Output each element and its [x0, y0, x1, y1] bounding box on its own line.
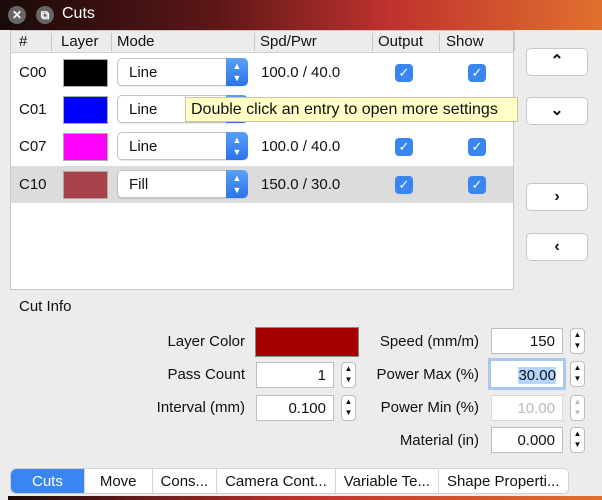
layer-color-label: Layer Color [167, 333, 245, 350]
chevron-updown-icon: ▲▼ [226, 132, 248, 160]
show-checkbox[interactable]: ✓ [468, 138, 486, 156]
chevron-updown-icon: ▲▼ [226, 58, 248, 86]
previous-button[interactable]: ‹ [526, 233, 588, 261]
cut-id: C01 [19, 101, 47, 118]
tab-variable-text[interactable]: Variable Te... [336, 469, 439, 493]
power-min-label: Power Min (%) [380, 399, 479, 416]
layer-swatch[interactable] [63, 96, 108, 124]
speed-stepper[interactable]: ▲ ▼ [570, 328, 585, 354]
cut-id: C10 [19, 176, 47, 193]
tab-cuts[interactable]: Cuts [11, 469, 85, 493]
mode-select[interactable]: Fill ▲ ▼ [117, 170, 248, 198]
output-checkbox[interactable]: ✓ [395, 176, 413, 194]
interval-stepper[interactable]: ▲ ▼ [341, 395, 356, 421]
mode-select[interactable]: Line ▲▼ [117, 58, 248, 86]
col-id[interactable]: # [19, 33, 27, 50]
chevron-updown-icon: ▲▼ [226, 170, 248, 198]
tab-console[interactable]: Cons... [153, 469, 218, 493]
col-mode[interactable]: Mode [117, 33, 155, 50]
chevron-down-icon: ⌄ [550, 102, 564, 119]
col-spd-pwr[interactable]: Spd/Pwr [260, 33, 317, 50]
mode-value: Line [129, 101, 158, 118]
show-checkbox[interactable]: ✓ [468, 64, 486, 82]
layer-swatch[interactable] [63, 171, 108, 199]
power-min-input[interactable]: 10.00 [491, 395, 563, 421]
mode-value: Fill [129, 176, 149, 193]
close-icon[interactable]: ✕ [8, 6, 26, 24]
chevron-up-icon: ⌃ [550, 53, 564, 70]
tab-camera-control[interactable]: Camera Cont... [217, 469, 336, 493]
show-checkbox[interactable]: ✓ [468, 176, 486, 194]
pass-count-stepper[interactable]: ▲ ▼ [341, 362, 356, 388]
layer-swatch[interactable] [63, 133, 108, 161]
table-row[interactable]: C07 Line ▲ ▼ 100.0 / 40.0 ✓ ✓ [11, 128, 513, 165]
power-max-stepper[interactable]: ▲ ▼ [570, 361, 585, 387]
tooltip: Double click an entry to open more setti… [185, 97, 518, 122]
tab-shape-properties[interactable]: Shape Properti... [439, 469, 568, 493]
mode-select[interactable]: Line ▲▼ [117, 132, 248, 160]
col-layer[interactable]: Layer [61, 33, 99, 50]
move-up-button[interactable]: ⌃ [526, 48, 588, 76]
layer-swatch[interactable] [63, 59, 108, 87]
restore-icon[interactable]: ⧉ [36, 6, 54, 24]
cut-info-title: Cut Info [19, 298, 72, 315]
mode-value: Line [129, 138, 158, 155]
spd-pwr: 100.0 / 40.0 [261, 138, 341, 155]
bottom-edge [8, 496, 602, 500]
power-max-label: Power Max (%) [376, 366, 479, 383]
power-max-input[interactable]: 30.00 [488, 358, 566, 390]
spd-pwr: 150.0 / 30.0 [261, 176, 341, 193]
material-stepper[interactable]: ▲ ▼ [570, 427, 585, 453]
speed-input[interactable]: 150 [491, 328, 563, 354]
material-input[interactable]: 0.000 [491, 427, 563, 453]
cut-id: C07 [19, 138, 47, 155]
cut-id: C00 [19, 64, 47, 81]
interval-input[interactable]: 0.100 [256, 395, 334, 421]
table-row[interactable]: C00 Line ▲ ▼ 100.0 / 40.0 ✓ ✓ [11, 54, 513, 91]
layer-color-swatch[interactable] [255, 327, 359, 357]
chevron-left-icon: ‹ [554, 238, 560, 255]
table-row[interactable]: C10 Fill ▲ ▼ 150.0 / 30.0 ✓ ✓ [11, 166, 513, 203]
material-label: Material (in) [399, 432, 479, 449]
power-min-stepper[interactable]: ▲ ▼ [570, 395, 585, 421]
next-button[interactable]: › [526, 183, 588, 211]
tab-bar: Cuts Move Cons... Camera Cont... Variabl… [10, 468, 569, 494]
cuts-table: # Layer Mode Spd/Pwr Output Show C00 Lin… [10, 30, 515, 290]
pass-count-label: Pass Count [167, 366, 245, 383]
title-bar: ✕ ⧉ Cuts [0, 0, 602, 30]
col-output[interactable]: Output [378, 33, 423, 50]
chevron-right-icon: › [554, 188, 560, 205]
output-checkbox[interactable]: ✓ [395, 64, 413, 82]
interval-label: Interval (mm) [156, 399, 245, 416]
spd-pwr: 100.0 / 40.0 [261, 64, 341, 81]
pass-count-input[interactable]: 1 [256, 362, 334, 388]
table-header: # Layer Mode Spd/Pwr Output Show [11, 31, 515, 53]
output-checkbox[interactable]: ✓ [395, 138, 413, 156]
tab-move[interactable]: Move [85, 469, 153, 493]
speed-label: Speed (mm/m) [379, 333, 479, 350]
mode-value: Line [129, 64, 158, 81]
col-show[interactable]: Show [446, 33, 484, 50]
window-title: Cuts [62, 5, 95, 22]
move-down-button[interactable]: ⌄ [526, 97, 588, 125]
